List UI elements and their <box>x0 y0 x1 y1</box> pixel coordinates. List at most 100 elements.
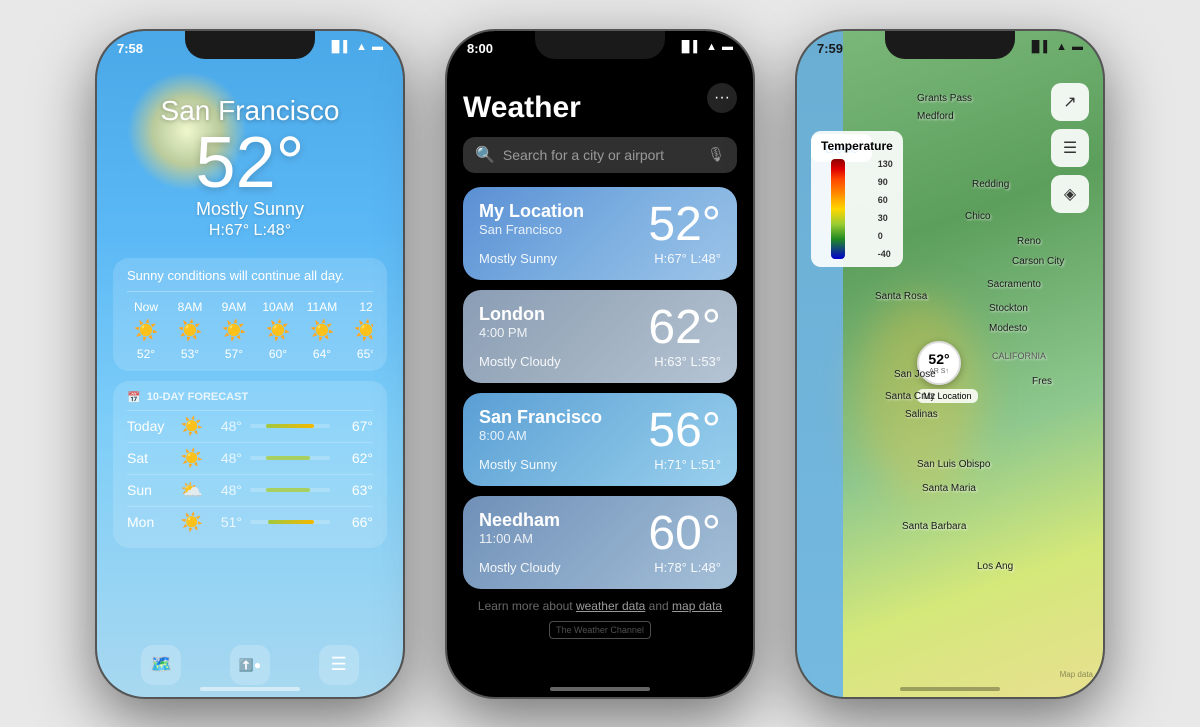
card-condition: Mostly Sunny <box>479 457 557 472</box>
card-time: 8:00 AM <box>479 428 602 443</box>
card-temperature: 56° <box>648 407 721 455</box>
phone1-content: San Francisco 52° Mostly Sunny H:67° L:4… <box>97 75 403 697</box>
layers-icon: ◈ <box>1064 184 1076 204</box>
card-hilo: H:71° L:51° <box>654 457 721 472</box>
city-card-london[interactable]: London 4:00 PM 62° Mostly Cloudy H:63° L… <box>463 290 737 383</box>
search-icon: 🔍 <box>475 145 495 165</box>
card-top-row: London 4:00 PM 62° <box>479 304 721 352</box>
phone1-frame: 7:58 ▐▌▌ ▲ ▬ San Francisco 52° Mostly Su… <box>95 29 405 699</box>
home-indicator-3 <box>900 687 1000 691</box>
card-top-row: My Location San Francisco 52° <box>479 201 721 249</box>
map-data-link[interactable]: map data <box>672 599 722 613</box>
card-hilo: H:63° L:53° <box>654 354 721 369</box>
status-time-3: 7:59 <box>817 41 843 56</box>
layers-button[interactable]: ◈ <box>1051 175 1089 213</box>
card-condition: Mostly Cloudy <box>479 560 561 575</box>
calendar-icon: 📅 <box>127 391 141 404</box>
card-top-row: San Francisco 8:00 AM 56° <box>479 407 721 455</box>
phone1-screen: 7:58 ▐▌▌ ▲ ▬ San Francisco 52° Mostly Su… <box>97 31 403 697</box>
map-city-label: Santa Rosa <box>875 291 927 302</box>
map-city-label: Sacramento <box>987 279 1041 290</box>
temperature-legend: Temperature 130 90 60 30 0 -40 <box>811 131 903 267</box>
sun-icon: ☀️ <box>310 318 335 343</box>
forecast-row-sun: Sun ⛅ 48° 63° <box>127 474 373 506</box>
battery-icon: ▬ <box>722 41 733 53</box>
phone2-content: Weather 🔍 Search for a city or airport 🎙… <box>447 75 753 697</box>
card-bottom-row: Mostly Sunny H:67° L:48° <box>479 251 721 266</box>
map-city-label: San Luis Obispo <box>917 459 990 470</box>
forecast-icon: ☀️ <box>177 448 207 469</box>
forecast-high: 63° <box>338 482 373 498</box>
search-bar[interactable]: 🔍 Search for a city or airport 🎙 <box>463 137 737 173</box>
hour-item: 12 ☀️ 65° <box>347 300 373 361</box>
forecast-icon: ☀️ <box>177 416 207 437</box>
condition: Mostly Sunny <box>113 199 387 220</box>
map-city-label: Modesto <box>989 323 1027 334</box>
forecast-row-mon: Mon ☀️ 51° 66° <box>127 506 373 538</box>
map-button[interactable]: 🗺️ <box>141 645 181 685</box>
list-icon: ☰ <box>1063 138 1077 158</box>
temp-bar <box>266 456 310 460</box>
search-placeholder: Search for a city or airport <box>503 147 664 163</box>
list-view-button[interactable]: ☰ <box>1051 129 1089 167</box>
location-arrow-button[interactable]: ↗ <box>1051 83 1089 121</box>
signal-icon: ▐▌▌ <box>328 41 351 53</box>
card-subtitle: San Francisco <box>479 222 584 237</box>
status-icons-2: ▐▌▌ ▲ ▬ <box>678 41 733 53</box>
forecast-low: 48° <box>207 418 242 434</box>
card-city-name: Needham <box>479 510 560 531</box>
wifi-icon: ▲ <box>1056 41 1067 53</box>
map-city-label: Redding <box>972 179 1009 190</box>
sun-icon: ☀️ <box>222 318 247 343</box>
forecast-box: 📅 10-DAY FORECAST Today ☀️ 48° 67° Sat <box>113 381 387 548</box>
hour-item: Now ☀️ 52° <box>127 300 165 361</box>
map-attribution: Map data <box>1060 670 1093 679</box>
battery-icon: ▬ <box>372 41 383 53</box>
card-condition: Mostly Sunny <box>479 251 557 266</box>
forecast-row-today: Today ☀️ 48° 67° <box>127 410 373 442</box>
signal-icon: ▐▌▌ <box>1028 41 1051 53</box>
sun-icon: ☀️ <box>178 318 203 343</box>
notch3 <box>885 31 1015 59</box>
map-city-label: Salinas <box>905 409 938 420</box>
city-card-my-location[interactable]: My Location San Francisco 52° Mostly Sun… <box>463 187 737 280</box>
microphone-icon[interactable]: 🎙 <box>707 146 725 163</box>
card-time: 4:00 PM <box>479 325 545 340</box>
card-location-info: My Location San Francisco <box>479 201 584 237</box>
card-bottom-row: Mostly Cloudy H:78° L:48° <box>479 560 721 575</box>
right-buttons: ↗ ☰ ◈ <box>1051 83 1089 213</box>
map-city-label: Carson City <box>1012 256 1064 267</box>
temp-bar-container <box>250 520 330 524</box>
wifi-icon: ▲ <box>356 41 367 53</box>
phone1-background: 7:58 ▐▌▌ ▲ ▬ San Francisco 52° Mostly Su… <box>97 31 403 697</box>
card-temperature: 52° <box>648 201 721 249</box>
forecast-header: 📅 10-DAY FORECAST <box>127 391 373 404</box>
home-indicator-2 <box>550 687 650 691</box>
legend-value: -40 <box>878 249 893 259</box>
weather-channel-logo: The Weather Channel <box>463 621 737 639</box>
hour-item: 11AM ☀️ 64° <box>303 300 341 361</box>
home-indicator-1 <box>200 687 300 691</box>
temp-bar <box>266 488 310 492</box>
map-city-label: Santa Barbara <box>902 521 967 532</box>
temp-bar-container <box>250 456 330 460</box>
city-card-needham[interactable]: Needham 11:00 AM 60° Mostly Cloudy H:78°… <box>463 496 737 589</box>
city-card-sf[interactable]: San Francisco 8:00 AM 56° Mostly Sunny H… <box>463 393 737 486</box>
legend-value: 0 <box>878 231 893 241</box>
temperature-color-bar <box>831 159 845 259</box>
footer-text: Learn more about weather data and map da… <box>463 599 737 613</box>
hour-item: 10AM ☀️ 60° <box>259 300 297 361</box>
card-location-info: London 4:00 PM <box>479 304 545 340</box>
location-button[interactable]: ⬆️● <box>230 645 270 685</box>
forecast-row-sat: Sat ☀️ 48° 62° <box>127 442 373 474</box>
card-location-info: San Francisco 8:00 AM <box>479 407 602 443</box>
sun-icon: ☀️ <box>354 318 373 343</box>
sun-icon: ☀️ <box>134 318 159 343</box>
phone3-frame: 7:59 ▐▌▌ ▲ ▬ Done ↗ ☰ <box>795 29 1105 699</box>
legend-value-labels: 130 90 60 30 0 -40 <box>878 159 893 259</box>
legend-value: 90 <box>878 177 893 187</box>
weather-data-link[interactable]: weather data <box>576 599 645 613</box>
forecast-high: 66° <box>338 514 373 530</box>
card-temperature: 60° <box>648 510 721 558</box>
list-button[interactable]: ☰ <box>319 645 359 685</box>
